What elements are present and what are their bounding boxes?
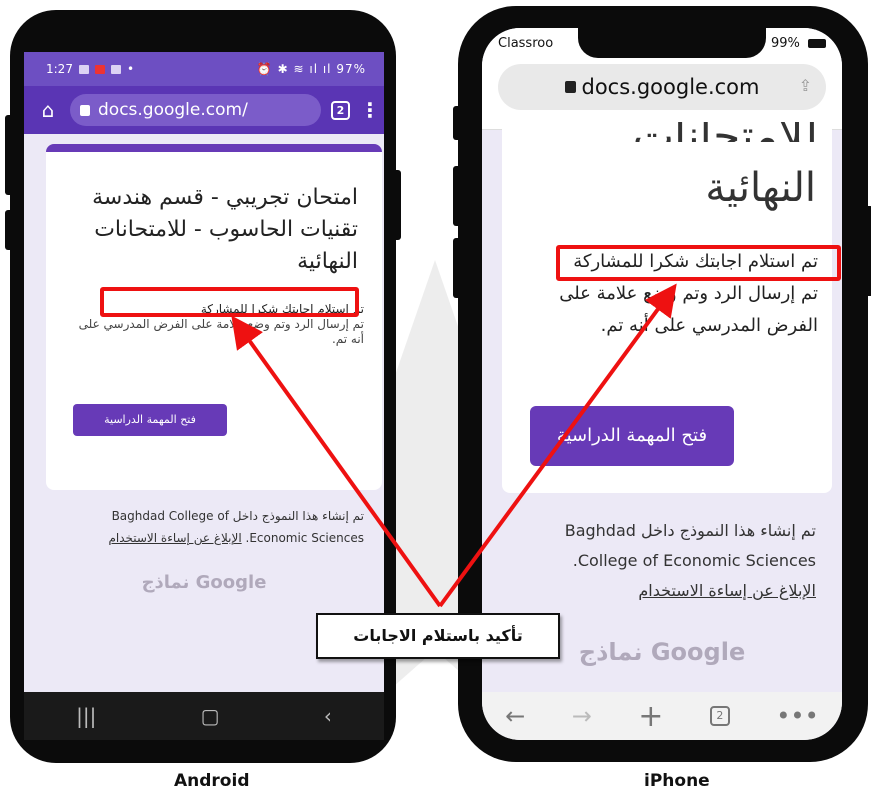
google-forms-brand: نماذج Google xyxy=(141,572,267,593)
android-url-bar: ⌂ docs.google.com/ 2 ⋮ xyxy=(24,86,384,134)
battery-percent: 97% xyxy=(336,62,366,76)
iphone-highlight-box xyxy=(556,245,841,281)
youtube-icon xyxy=(94,64,105,74)
lock-icon xyxy=(564,81,576,93)
volume-button xyxy=(5,115,10,195)
gallery-icon xyxy=(78,64,89,74)
form-title-partial: للامتحانات xyxy=(633,122,818,142)
address-text: docs.google.com/ xyxy=(98,100,248,120)
footer-line-2: Economic Sciences. xyxy=(245,531,364,545)
forward-arrow-icon[interactable]: → xyxy=(572,702,592,730)
battery-percent: 99% xyxy=(770,35,800,51)
lock-icon xyxy=(80,104,90,116)
confirmation-callout: تأكيد باستلام الاجابات xyxy=(316,613,560,659)
android-screen: 1:27 • ⏰ ✱ ≋ ıl ıl 97% ⌂ docs.google.com… xyxy=(24,52,384,692)
footer-line-1: تم إنشاء هذا النموذج داخل Baghdad Colleg… xyxy=(111,509,364,523)
android-status-bar: 1:27 • ⏰ ✱ ≋ ıl ıl 97% xyxy=(24,52,384,86)
android-caption: Android xyxy=(174,771,250,791)
dot-icon: • xyxy=(126,62,135,76)
iphone-toolbar: ← → + 2 ••• xyxy=(482,692,842,740)
status-time: 1:27 xyxy=(46,62,73,76)
notch xyxy=(578,28,766,58)
form-card: للامتحانات النهائية تم استلام اجابتك شكر… xyxy=(502,118,832,493)
menu-icon[interactable]: ⋮ xyxy=(360,98,380,122)
home-icon[interactable]: ⌂ xyxy=(36,98,60,122)
back-arrow-icon[interactable]: ← xyxy=(505,702,525,730)
home-button-icon[interactable]: ▢ xyxy=(201,704,220,728)
volume-down-button xyxy=(453,238,458,298)
report-abuse-link[interactable]: الإبلاغ عن إساءة الاستخدام xyxy=(502,576,816,606)
form-card: امتحان تجريبي - قسم هندسة تقنيات الحاسوب… xyxy=(46,144,382,490)
tabs-icon[interactable]: 2 xyxy=(331,100,350,120)
response-text: تم إرسال الرد وتم وضع علامة على الفرض ال… xyxy=(78,317,364,346)
open-assignment-button[interactable]: فتح المهمة الدراسية xyxy=(73,404,227,436)
form-title: النهائية xyxy=(705,165,816,211)
address-text: docs.google.com xyxy=(581,75,760,99)
form-title: امتحان تجريبي - قسم هندسة تقنيات الحاسوب… xyxy=(92,185,358,274)
android-highlight-box xyxy=(100,287,359,317)
report-abuse-link[interactable]: الإبلاغ عن إساءة الاستخدام xyxy=(108,531,241,545)
bixby-button xyxy=(5,210,10,250)
android-nav-bar: ||| ▢ ‹ xyxy=(24,692,384,740)
volume-up-button xyxy=(453,166,458,226)
recents-icon[interactable]: ||| xyxy=(76,704,96,728)
message-icon xyxy=(110,64,121,74)
stage: 1:27 • ⏰ ✱ ≋ ıl ıl 97% ⌂ docs.google.com… xyxy=(0,0,871,801)
share-icon[interactable]: ⇪ xyxy=(799,76,812,95)
silent-switch xyxy=(453,106,458,140)
power-button xyxy=(396,170,401,240)
response-text: تم إرسال الرد وتم وضع علامة على الفرض ال… xyxy=(559,283,818,336)
carrier-name: Classroo xyxy=(498,35,554,51)
signal-icons: ⏰ ✱ ≋ ıl ıl xyxy=(256,62,337,76)
address-bar[interactable]: docs.google.com/ xyxy=(70,94,321,126)
back-icon[interactable]: ‹ xyxy=(324,704,332,728)
footer-line-1: تم إنشاء هذا النموذج داخل Baghdad xyxy=(564,521,816,540)
iphone-caption: iPhone xyxy=(644,771,710,791)
tabs-icon[interactable]: 2 xyxy=(709,706,730,726)
battery-icon xyxy=(808,38,826,48)
form-footer: تم إنشاء هذا النموذج داخل Baghdad Colleg… xyxy=(54,505,364,549)
footer-line-2: College of Economic Sciences. xyxy=(572,551,816,570)
form-footer: تم إنشاء هذا النموذج داخل Baghdad Colleg… xyxy=(502,516,832,606)
more-icon[interactable]: ••• xyxy=(776,702,818,730)
new-tab-icon[interactable]: + xyxy=(638,699,663,734)
address-bar[interactable]: docs.google.com xyxy=(498,64,826,110)
open-assignment-button[interactable]: فتح المهمة الدراسية xyxy=(530,406,734,466)
